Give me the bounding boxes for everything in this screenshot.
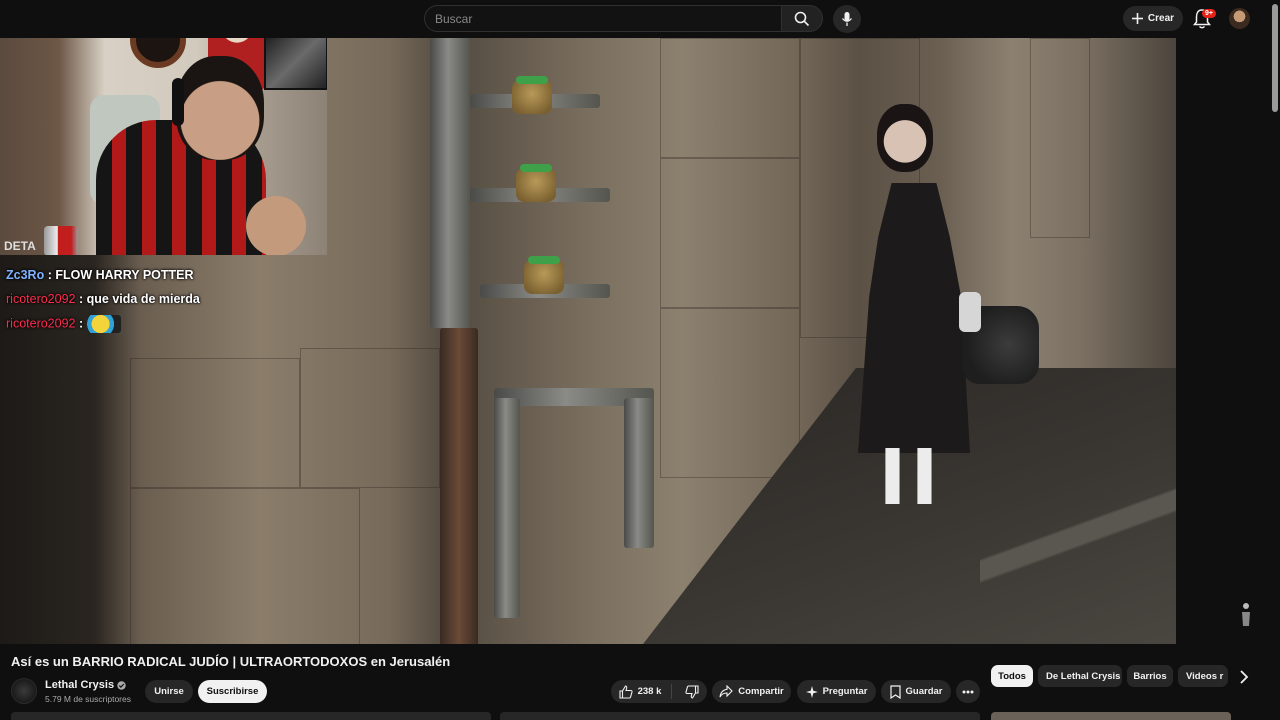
subscriber-count: 5.79 M de suscriptores [45, 694, 131, 704]
notifications-badge: 9+ [1202, 9, 1216, 18]
chat-message: ricotero2092 : que vida de mierda [6, 292, 200, 306]
water-pipe [494, 398, 520, 618]
wall-stone [660, 158, 800, 308]
drain-pipe [430, 38, 470, 328]
save-button[interactable]: Guardar [881, 680, 951, 703]
curb [980, 418, 1176, 644]
water-meter [516, 164, 556, 202]
water-meter [524, 256, 564, 294]
search-icon [794, 11, 810, 26]
chip-neighborhoods[interactable]: Barrios [1127, 665, 1173, 687]
like-dislike-group: 238 k [611, 680, 707, 703]
channel-name-row[interactable]: Lethal Crysis [45, 679, 126, 691]
wall-stone [660, 38, 800, 158]
share-button[interactable]: Compartir [712, 680, 791, 703]
search-button[interactable] [781, 5, 823, 32]
emote-icon [86, 315, 121, 333]
like-button[interactable]: 238 k [619, 684, 673, 699]
ask-button[interactable]: Preguntar [797, 680, 876, 703]
chat-separator: : [47, 268, 52, 282]
bookmark-icon [889, 684, 901, 699]
video-title: Así es un BARRIO RADICAL JUDÍO | ULTRAOR… [11, 654, 451, 669]
person-figure-icon [1242, 603, 1250, 626]
wall-stone [660, 308, 800, 478]
person-head [877, 104, 933, 172]
plus-icon [1131, 13, 1143, 24]
thumbs-down-icon [685, 684, 699, 699]
channel-avatar[interactable] [11, 678, 37, 704]
save-label: Guardar [905, 686, 943, 697]
chevron-right-icon[interactable] [1236, 668, 1252, 686]
chat-text: FLOW HARRY POTTER [55, 268, 194, 282]
recommended-thumbnail-peek[interactable] [991, 712, 1231, 720]
wall-stone [130, 488, 360, 644]
monitor-screen [264, 32, 327, 90]
wall-stone [300, 348, 440, 488]
more-actions-button[interactable] [956, 680, 980, 703]
headset-icon [172, 78, 184, 126]
share-icon [719, 685, 734, 698]
join-label: Unirse [154, 686, 184, 697]
subscribe-button[interactable]: Suscribirse [198, 680, 267, 703]
chip-from-channel[interactable]: De Lethal Crysis [1038, 665, 1122, 687]
user-avatar[interactable] [1229, 8, 1250, 29]
chip-all[interactable]: Todos [991, 665, 1033, 687]
chat-text: que vida de mierda [86, 292, 200, 306]
dislike-button[interactable] [677, 684, 699, 699]
chat-username: ricotero2092 [6, 316, 76, 331]
soda-can [44, 226, 78, 255]
wall-stone [1030, 38, 1090, 238]
more-horizontal-icon [962, 690, 974, 693]
chat-message: ricotero2092 : [6, 315, 121, 333]
like-count: 238 k [637, 686, 662, 697]
channel-name[interactable]: Lethal Crysis [45, 679, 114, 691]
create-button[interactable]: Crear [1123, 6, 1183, 31]
subscribe-label: Suscribirse [206, 686, 259, 697]
microphone-icon [841, 12, 853, 26]
trash-bag [959, 292, 1039, 384]
water-meter [512, 76, 552, 114]
search-input[interactable] [425, 6, 781, 31]
chat-cutoff-text: DETA [4, 240, 36, 250]
share-label: Compartir [738, 686, 784, 697]
webcam-overlay [0, 0, 327, 255]
verified-check-icon [117, 680, 126, 690]
description-peek [500, 712, 980, 720]
chat-separator: : [78, 292, 84, 306]
water-pipe [624, 398, 654, 548]
streamer-head [176, 56, 264, 160]
chat-message: Zc3Ro : FLOW HARRY POTTER [6, 268, 194, 282]
create-label: Crear [1147, 13, 1175, 24]
sparkle-icon [805, 685, 818, 698]
voice-search-button[interactable] [833, 5, 861, 33]
rusty-pipe [440, 328, 478, 644]
ask-label: Preguntar [822, 686, 868, 697]
wall-stone [130, 358, 300, 488]
chat-separator: : [78, 316, 84, 331]
thumbs-up-icon [619, 684, 633, 699]
comment-area-peek [11, 712, 491, 720]
person-legs [880, 448, 944, 504]
chip-videos[interactable]: Videos r [1178, 665, 1228, 687]
search-box[interactable] [424, 5, 782, 32]
scrollbar-thumb[interactable] [1272, 4, 1278, 112]
chat-username: ricotero2092 [6, 292, 76, 306]
chat-username: Zc3Ro [6, 268, 45, 282]
streamer-arm [246, 196, 306, 255]
join-button[interactable]: Unirse [145, 680, 193, 703]
